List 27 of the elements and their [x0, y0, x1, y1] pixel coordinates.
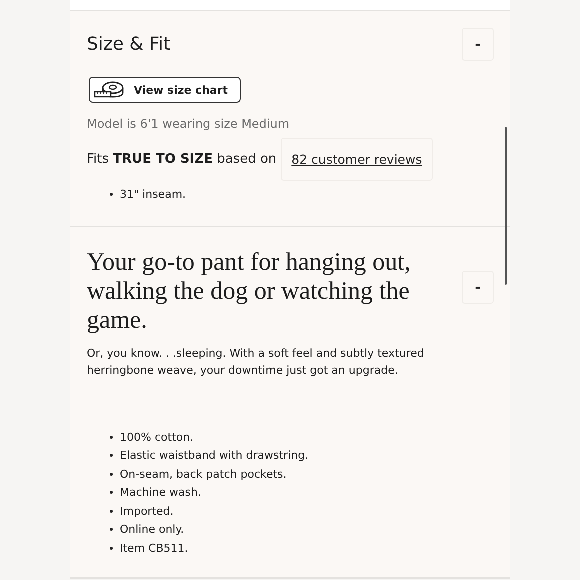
- bullet-icon: [110, 491, 113, 494]
- feature-item: Elastic waistband with drawstring.: [120, 449, 309, 462]
- feature-item: Machine wash.: [120, 486, 202, 500]
- bullet-icon: [110, 546, 113, 550]
- size-chart-button[interactable]: View size chart: [89, 77, 242, 103]
- scrollbar[interactable]: [505, 127, 507, 285]
- feature-item: Item CB511.: [120, 542, 188, 555]
- feature-item: Online only.: [120, 523, 184, 536]
- description-heading: Your go-to pant for hanging out, walking the dog or watching the game.: [87, 248, 412, 335]
- bullet-icon: [110, 192, 113, 196]
- collapse-button[interactable]: -: [462, 28, 494, 61]
- model-note: Model is 6'1 wearing size Medium: [87, 117, 291, 131]
- tape-measure-icon: [94, 81, 126, 99]
- detail-item: 31" inseam.: [120, 188, 186, 201]
- section-title: Size & Fit: [87, 34, 171, 55]
- bullet-icon: [110, 472, 113, 476]
- feature-item: 100% cotton.: [120, 430, 194, 444]
- fit-rating: Fits TRUE TO SIZE based on: [87, 152, 277, 167]
- reviews-link[interactable]: 82 customer reviews: [280, 138, 434, 181]
- bullet-icon: [110, 454, 113, 458]
- collapse-button[interactable]: -: [462, 271, 494, 304]
- feature-item: Imported.: [120, 504, 174, 518]
- description-text: Or, you know. . .sleeping. With a soft feel and subtly textured herringbone weave, your downtime just got an upgrade.: [87, 346, 426, 379]
- bullet-icon: [110, 510, 113, 513]
- bullet-icon: [110, 528, 113, 532]
- bullet-icon: [110, 436, 113, 439]
- feature-item: On-seam, back patch pockets.: [120, 468, 287, 481]
